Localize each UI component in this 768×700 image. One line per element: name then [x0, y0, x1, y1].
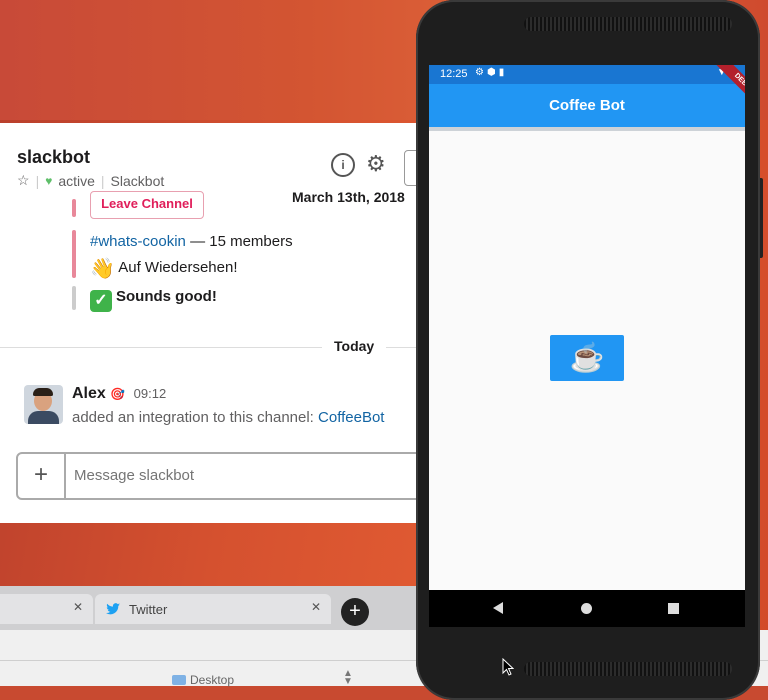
- channel-info-line: #whats-cookin — 15 members: [90, 233, 293, 250]
- status-notification-icons: ⚙⬢▮: [475, 67, 508, 78]
- twitter-icon: [106, 603, 120, 615]
- message-header: Alex 🎯 09:12: [72, 385, 166, 403]
- folder-icon: [172, 675, 186, 685]
- home-icon[interactable]: [581, 603, 592, 614]
- message-input[interactable]: [74, 454, 414, 498]
- gear-icon[interactable]: ⚙: [366, 153, 386, 175]
- message-composer: +: [16, 452, 416, 500]
- slack-window: slackbot ☆ | ♥ active | Slackbot i ⚙ Mar…: [0, 123, 416, 523]
- attachment-bar: [72, 199, 76, 217]
- channel-title: slackbot: [17, 147, 91, 167]
- phone-speaker-top: [524, 17, 732, 31]
- mouse-cursor-icon: [502, 658, 514, 676]
- add-attachment-button[interactable]: +: [18, 454, 66, 498]
- coffeebot-link[interactable]: CoffeeBot: [318, 409, 384, 426]
- attachment-bar: [72, 230, 76, 278]
- channel-link[interactable]: #whats-cookin: [90, 233, 186, 250]
- message-text: added an integration to this channel:: [72, 409, 314, 426]
- coffee-cup-icon: ☕: [569, 342, 605, 373]
- close-icon[interactable]: ✕: [311, 600, 321, 614]
- avatar-hair: [33, 388, 53, 396]
- recent-apps-icon[interactable]: [668, 603, 679, 614]
- channel-meta: ☆ | ♥ active | Slackbot: [17, 172, 164, 189]
- avatar[interactable]: [24, 385, 63, 424]
- back-icon[interactable]: [493, 602, 503, 614]
- app-title: Coffee Bot: [549, 97, 625, 114]
- tab-title: Twitter: [129, 602, 168, 617]
- phone-screen: 12:25 ⚙⬢▮ ▼ ▮ Coffee Bot DEBUG ☕: [429, 65, 745, 627]
- app-bar-shadow: [429, 127, 745, 131]
- phone-speaker-bottom: [524, 662, 732, 676]
- app-bar: Coffee Bot: [429, 84, 745, 127]
- divider: |: [100, 172, 105, 189]
- wave-text: Auf Wiedersehen!: [118, 259, 238, 276]
- header-extra-button[interactable]: [404, 150, 416, 186]
- check-mark-icon: ✓: [90, 290, 112, 312]
- heart-icon: ♥: [45, 173, 53, 188]
- divider: |: [35, 172, 40, 189]
- status-time: 12:25: [440, 68, 468, 80]
- info-icon[interactable]: i: [331, 153, 355, 177]
- message-author[interactable]: Alex: [72, 385, 106, 402]
- browser-tab-bar: ✕ Twitter ✕ +: [0, 586, 420, 630]
- coffee-button[interactable]: ☕: [550, 335, 624, 381]
- sounds-good-message: ✓ Sounds good!: [90, 288, 217, 312]
- close-icon[interactable]: ✕: [73, 600, 83, 614]
- waving-hand-icon: 👋: [90, 258, 115, 280]
- attachment-bar: [72, 286, 76, 310]
- browser-tab-twitter[interactable]: Twitter ✕: [95, 594, 331, 624]
- channel-members: — 15 members: [190, 233, 293, 250]
- workspace-name: Slackbot: [110, 172, 165, 189]
- new-tab-button[interactable]: +: [341, 598, 369, 626]
- location-label: Desktop: [190, 673, 235, 687]
- presence-status: active: [58, 172, 95, 189]
- star-icon[interactable]: ☆: [17, 172, 30, 189]
- location-selector[interactable]: Desktop: [172, 673, 234, 687]
- date-divider: March 13th, 2018: [292, 189, 405, 205]
- message-time[interactable]: 09:12: [134, 386, 167, 401]
- wave-message: 👋 Auf Wiedersehen!: [90, 256, 237, 281]
- browser-tab[interactable]: ✕: [0, 594, 93, 624]
- target-icon: 🎯: [110, 387, 126, 401]
- message-body: added an integration to this channel: Co…: [72, 409, 384, 426]
- today-divider: Today: [322, 338, 387, 354]
- sounds-good-text: Sounds good!: [116, 288, 217, 305]
- chevron-updown-icon[interactable]: ▲ ▼: [343, 669, 353, 687]
- status-bar: 12:25 ⚙⬢▮ ▼ ▮: [429, 65, 745, 84]
- leave-channel-button[interactable]: Leave Channel: [90, 191, 204, 219]
- avatar-body: [28, 411, 59, 424]
- android-nav-bar: [429, 590, 745, 627]
